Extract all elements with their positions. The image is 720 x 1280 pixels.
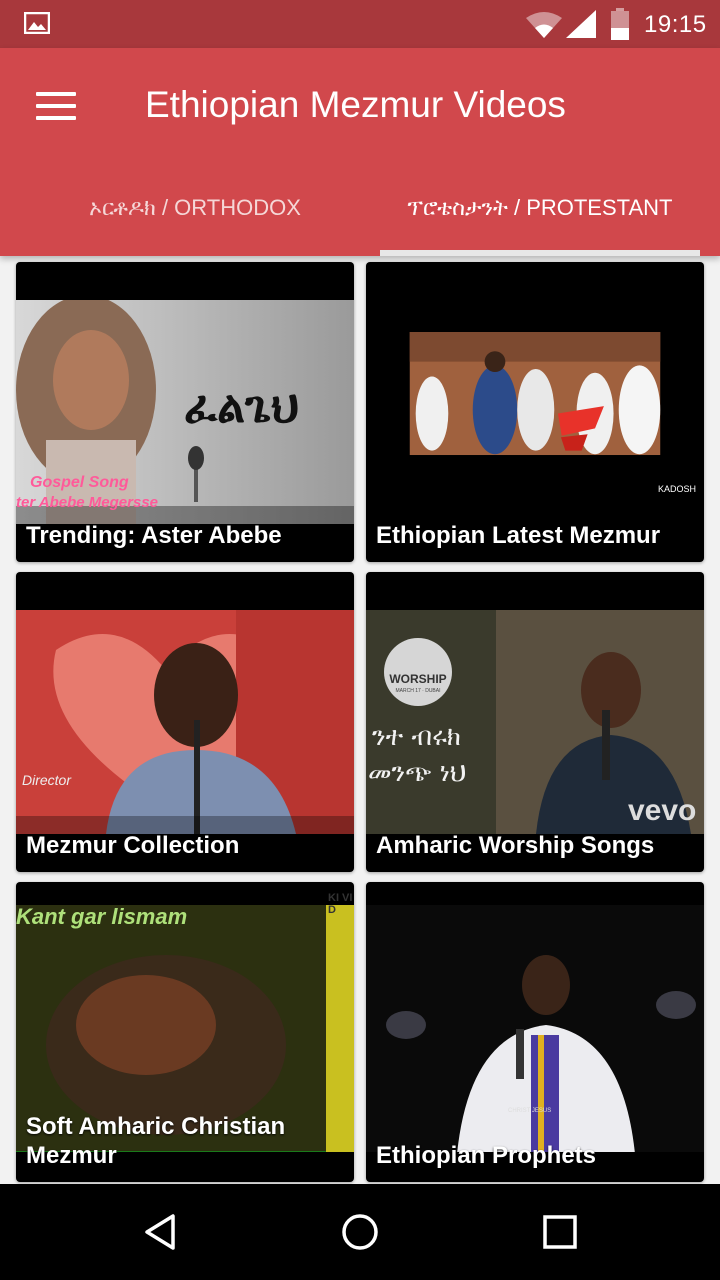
video-grid[interactable]: ፈልጌህ Gospel Song ter Abebe Megersse Tren… (0, 256, 720, 1184)
thumbnail-watermark: KADOSH (658, 484, 697, 494)
thumbnail-caption: ter Abebe Megersse (16, 494, 159, 511)
thumbnail-brand: vevo (628, 794, 697, 827)
status-bar: 19:15 (0, 0, 720, 48)
thumbnail-badge-sub: MARCH 17 · DUBAI (395, 688, 441, 694)
video-card[interactable]: Kant gar lismam KI VID Soft Amharic Chri… (16, 882, 354, 1182)
video-thumbnail (16, 610, 354, 834)
thumbnail-watermark: Director (22, 772, 72, 788)
app-bar: Ethiopian Mezmur Videos ኦርቶዶክ / ORTHODOX… (0, 48, 720, 256)
recents-icon[interactable] (540, 1212, 580, 1252)
thumbnail-caption: Gospel Song (30, 474, 129, 491)
video-title: Mezmur Collection (26, 832, 240, 859)
video-card[interactable]: WORSHIP MARCH 17 · DUBAI ንተ ብሩክ መንጭ ነህ v… (366, 572, 704, 872)
thumbnail-shirt-text: CHRIST JESUS (508, 1108, 552, 1114)
battery-icon (611, 8, 629, 40)
thumbnail-badge: WORSHIP (389, 672, 447, 686)
thumbnail-caption: Kant gar lismam (16, 904, 188, 929)
video-title: Ethiopian Prophets (376, 1142, 597, 1169)
video-card[interactable]: CHRIST JESUS Ethiopian Prophets (366, 882, 704, 1182)
video-title: Amharic Worship Songs (376, 832, 655, 859)
tab-protestant[interactable]: ፕሮቴስታንት / PROTESTANT (380, 176, 700, 256)
wifi-icon (526, 12, 562, 38)
signal-icon (566, 10, 596, 38)
video-title: Ethiopian Latest Mezmur (376, 522, 661, 549)
video-title: Trending: Aster Abebe (26, 522, 282, 549)
home-icon[interactable] (340, 1212, 380, 1252)
video-title: Soft Amharic Christian Mezmur (26, 1113, 286, 1169)
clock: 19:15 (644, 11, 707, 38)
video-card[interactable]: KADOSH Ethiopian Latest Mezmur (366, 262, 704, 562)
hamburger-menu-icon[interactable] (36, 92, 76, 122)
video-card[interactable]: Director Mezmur Collection (16, 572, 354, 872)
thumbnail-text: መንጭ ነህ (368, 758, 467, 788)
video-card[interactable]: ፈልጌህ Gospel Song ter Abebe Megersse Tren… (16, 262, 354, 562)
tab-orthodox[interactable]: ኦርቶዶክ / ORTHODOX (40, 176, 350, 256)
page-title: Ethiopian Mezmur Videos (145, 84, 566, 125)
thumbnail-text: ንተ ብሩክ (372, 722, 461, 752)
back-icon[interactable] (141, 1212, 181, 1252)
system-nav-bar (0, 1184, 720, 1280)
image-notification-icon (24, 12, 50, 34)
thumbnail-amharic-text: ፈልጌህ (184, 382, 300, 433)
video-thumbnail (409, 332, 661, 456)
thumbnail-watermark: KI VID (328, 892, 353, 916)
